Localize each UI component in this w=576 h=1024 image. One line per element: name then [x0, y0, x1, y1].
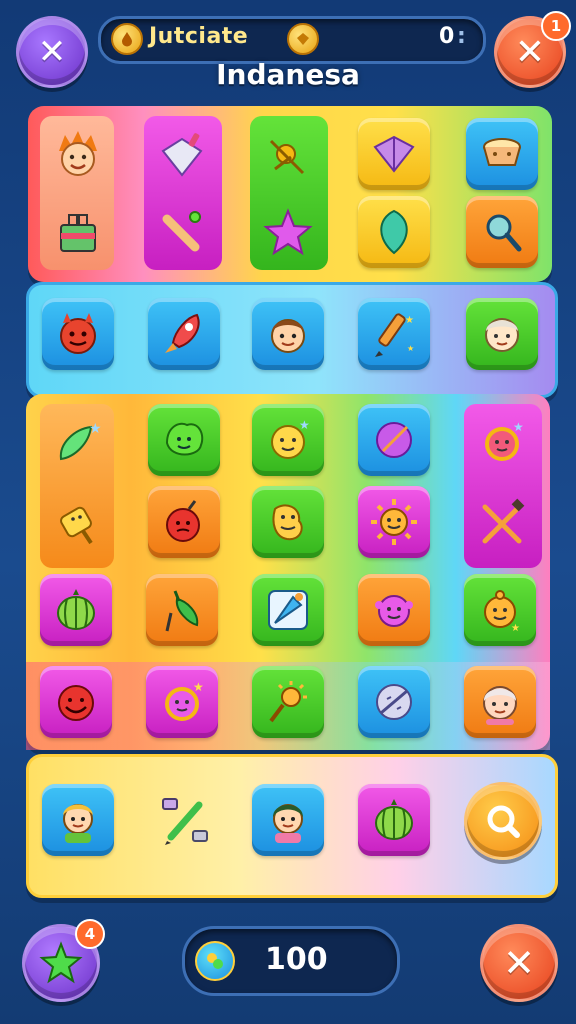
star-badge: 4: [75, 919, 105, 949]
tile-crystal[interactable]: [358, 118, 430, 190]
tile-grandpa-face[interactable]: [464, 666, 536, 738]
tile-leaf-gem[interactable]: [358, 196, 430, 268]
tile-melon[interactable]: [358, 784, 430, 856]
tile-duck[interactable]: [252, 486, 324, 558]
svg-text:★: ★: [89, 421, 102, 437]
svg-text:★: ★: [193, 680, 204, 694]
tile-girl-face[interactable]: [252, 784, 324, 856]
tile-bone[interactable]: [146, 196, 218, 268]
currency-value-suffix: :: [457, 24, 466, 49]
tile-green-blob[interactable]: [148, 404, 220, 476]
tile-character[interactable]: [42, 120, 114, 192]
tile-blonde-boy[interactable]: [42, 784, 114, 856]
tile-crayon[interactable]: ★ ★: [358, 298, 430, 370]
tile-devil-face[interactable]: [42, 298, 114, 370]
tile-pepper[interactable]: [146, 574, 218, 646]
tile-orange-monster[interactable]: ★: [464, 574, 536, 646]
currency-value: 0: [439, 24, 455, 49]
search-button[interactable]: [464, 782, 542, 860]
tile-grinning-ball[interactable]: [40, 666, 112, 738]
svg-text:★: ★: [405, 315, 414, 326]
level-title: Indanesa: [216, 58, 360, 91]
tile-clock-face[interactable]: ★: [146, 666, 218, 738]
score-bar: 100: [182, 926, 400, 996]
tile-ice-cream[interactable]: [252, 574, 324, 646]
tile-magnifier[interactable]: [466, 196, 538, 268]
currency-label: Jutciate: [149, 24, 249, 49]
close-icon: ✕: [503, 941, 535, 985]
tile-yellow-face[interactable]: ★: [252, 404, 324, 476]
coin-icon: [111, 23, 143, 55]
tile-sun-face[interactable]: [358, 486, 430, 558]
star-icon: [39, 941, 83, 984]
tile-leaf-wand[interactable]: ★: [42, 406, 114, 478]
currency-bar: Jutciate 0 :: [98, 16, 486, 64]
tile-cake[interactable]: [466, 118, 538, 190]
tile-pink-monster[interactable]: [358, 574, 430, 646]
tile-red-ball[interactable]: [148, 486, 220, 558]
svg-text:★: ★: [513, 420, 524, 434]
tile-star[interactable]: [252, 196, 324, 268]
star-button[interactable]: 4: [22, 919, 105, 1002]
tile-grandma-face[interactable]: [466, 298, 538, 370]
tile-gift-bag[interactable]: [42, 196, 114, 268]
tile-crossed-tools[interactable]: [466, 488, 538, 560]
tile-boy-face[interactable]: [252, 298, 324, 370]
tile-melon[interactable]: [40, 574, 112, 646]
coin-icon: [195, 941, 235, 981]
tile-ice-pop[interactable]: [42, 488, 114, 560]
tile-sun-wand[interactable]: [252, 666, 324, 738]
close-button[interactable]: ✕: [480, 924, 558, 1002]
search-icon: [487, 805, 520, 838]
svg-text:★: ★: [511, 623, 520, 634]
tile-rocket[interactable]: [148, 298, 220, 370]
tile-bug[interactable]: [252, 120, 324, 192]
tile-alarm-clock[interactable]: ★: [466, 406, 538, 478]
svg-text:★: ★: [299, 418, 310, 432]
tile-spinning-top[interactable]: [146, 120, 218, 192]
tile-striped-ball[interactable]: [358, 666, 430, 738]
tile-purple-ball[interactable]: [358, 404, 430, 476]
notification-badge: 1: [541, 11, 571, 41]
svg-text:★: ★: [407, 344, 414, 353]
score-value: 100: [265, 942, 328, 977]
tile-paint-brush[interactable]: [148, 784, 220, 856]
gem-icon: [287, 23, 319, 55]
